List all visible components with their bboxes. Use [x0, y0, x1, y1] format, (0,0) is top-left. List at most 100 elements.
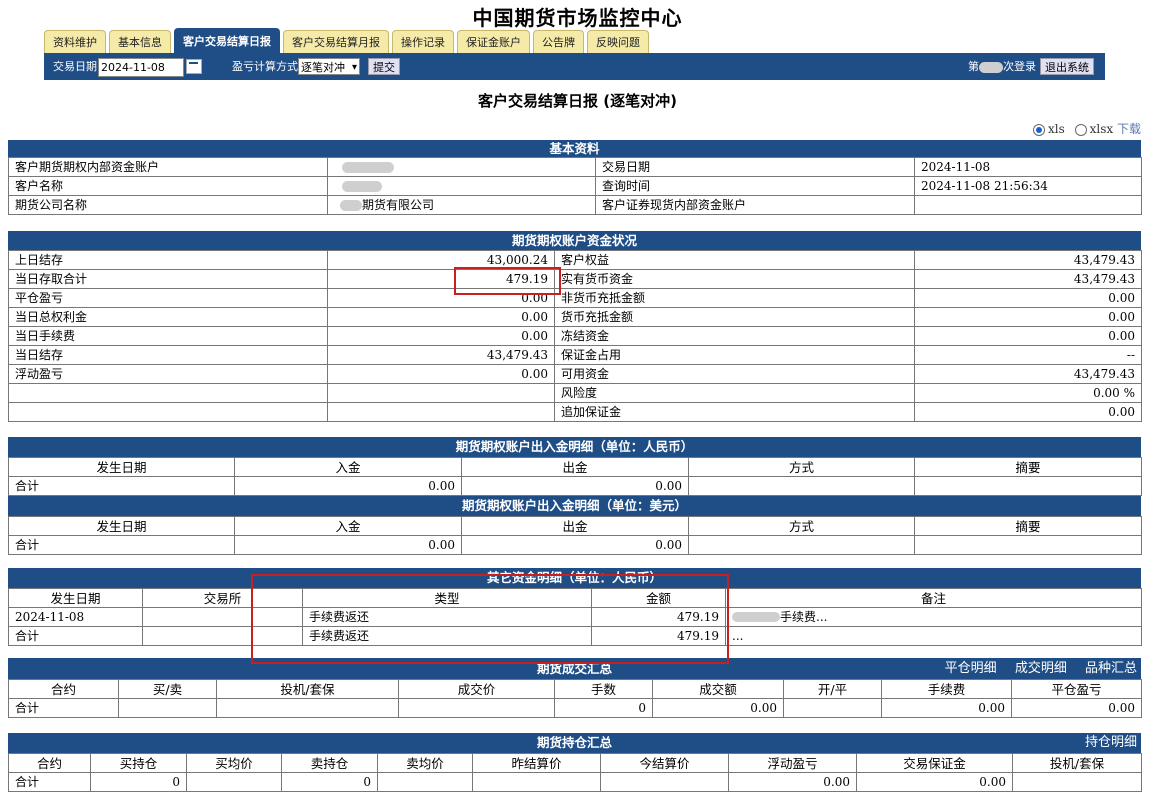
label: 当日结存 — [8, 345, 328, 365]
total-row: 合计 0 0 0.00 0.00 — [8, 772, 1142, 792]
download-link[interactable]: 下载 — [1117, 122, 1141, 136]
section-title: 期货期权账户出入金明细（单位：美元） — [8, 496, 1141, 516]
col-header: 方式 — [688, 516, 915, 536]
calendar-icon[interactable] — [186, 59, 202, 74]
pnl-method-value: 逐笔对冲 — [301, 61, 345, 74]
table-row: 当日存取合计 479.19 实有货币资金 43,479.43 — [8, 269, 1142, 289]
cell — [142, 626, 303, 646]
col-header: 昨结算价 — [472, 753, 601, 773]
logout-button[interactable]: 退出系统 — [1040, 58, 1094, 75]
submit-button[interactable]: 提交 — [368, 58, 400, 75]
total-row: 合计 0.00 0.00 — [8, 476, 1142, 496]
pnl-method-select[interactable]: 逐笔对冲 — [298, 58, 360, 76]
table-row: 当日总权利金 0.00 货币充抵金额 0.00 — [8, 307, 1142, 327]
col-header: 入金 — [234, 457, 462, 477]
cell — [783, 698, 882, 718]
col-header: 发生日期 — [8, 457, 235, 477]
tab-basic-info[interactable]: 基本信息 — [109, 30, 171, 54]
label: 客户权益 — [554, 250, 915, 270]
total-label: 合计 — [8, 772, 91, 792]
table-row: 当日手续费 0.00 冻结资金 0.00 — [8, 326, 1142, 346]
col-header: 今结算价 — [600, 753, 729, 773]
site-title: 中国期货市场监控中心 — [472, 6, 683, 30]
tab-data-maintenance[interactable]: 资料维护 — [44, 30, 106, 54]
position-detail-link[interactable]: 持仓明细 — [1085, 735, 1137, 750]
label — [8, 383, 328, 403]
label: 风险度 — [554, 383, 915, 403]
col-header: 发生日期 — [8, 588, 143, 608]
total-lots: 0 — [554, 698, 653, 718]
value: 期货有限公司 — [327, 195, 596, 215]
position-summary-section: 期货持仓汇总 持仓明细 合约 买持仓 买均价 卖持仓 卖均价 昨结算价 今结算价… — [8, 733, 1142, 792]
section-header: 期货持仓汇总 持仓明细 — [8, 733, 1141, 753]
col-header: 浮动盈亏 — [728, 753, 857, 773]
inout-rmb-section: 期货期权账户出入金明细（单位：人民币） 发生日期 入金 出金 方式 摘要 合计 … — [8, 437, 1142, 496]
col-header: 出金 — [461, 516, 689, 536]
col-header: 成交额 — [652, 679, 784, 699]
funds-section: 期货期权账户资金状况 上日结存 43,000.24 客户权益 43,479.43 当日存… — [8, 231, 1142, 422]
total-label: 合计 — [8, 535, 235, 555]
other-funds-section: 其它资金明细（单位：人民币） 发生日期 交易所 类型 金额 备注 2024-11… — [8, 568, 1142, 646]
total-row: 合计 0.00 0.00 — [8, 535, 1142, 555]
col-header: 交易所 — [142, 588, 303, 608]
redacted — [340, 199, 362, 211]
total-sell: 0 — [281, 772, 378, 792]
value: 43,479.43 — [327, 345, 555, 365]
tab-feedback[interactable]: 反映问题 — [587, 30, 649, 54]
total-float: 0.00 — [728, 772, 857, 792]
col-header: 买均价 — [186, 753, 282, 773]
table-row: 2024-11-08 手续费返还 479.19 手续费... — [8, 607, 1142, 627]
radio-xlsx[interactable] — [1074, 123, 1087, 136]
redacted-count — [979, 61, 1003, 73]
value: 43,000.24 — [327, 250, 555, 270]
label — [8, 402, 328, 422]
col-header: 金额 — [591, 588, 726, 608]
col-header: 投机/套保 — [1012, 753, 1142, 773]
value — [914, 195, 1142, 215]
redacted-note — [732, 612, 780, 622]
header-row: 发生日期 入金 出金 方式 摘要 — [8, 516, 1142, 536]
type-cell: 手续费返还 — [302, 626, 592, 646]
inout-usd-section: 期货期权账户出入金明细（单位：美元） 发生日期 入金 出金 方式 摘要 合计 0… — [8, 496, 1142, 555]
value: 0.00 — [914, 402, 1142, 422]
label: 追加保证金 — [554, 402, 915, 422]
col-header: 卖持仓 — [281, 753, 378, 773]
note-text: 手续费... — [780, 609, 828, 624]
tab-monthly-statement[interactable]: 客户交易结算月报 — [283, 30, 389, 54]
radio-xls[interactable] — [1033, 123, 1046, 136]
tab-margin-account[interactable]: 保证金账户 — [457, 30, 530, 54]
trade-date-input[interactable] — [98, 58, 184, 77]
cell — [118, 698, 217, 718]
label: 客户期货期权内部资金账户 — [8, 157, 328, 177]
product-summary-link[interactable]: 品种汇总 — [1085, 661, 1137, 676]
cell — [377, 772, 473, 792]
label: 交易日期 — [595, 157, 915, 177]
value: 43,479.43 — [914, 364, 1142, 384]
date-cell: 2024-11-08 — [8, 607, 143, 627]
section-title: 期货持仓汇总 — [536, 735, 612, 750]
total-amount: 0.00 — [652, 698, 784, 718]
login-suffix: 次登录 — [1003, 60, 1036, 73]
cell — [688, 535, 915, 555]
value: 43,479.43 — [914, 250, 1142, 270]
header-row: 发生日期 交易所 类型 金额 备注 — [8, 588, 1142, 608]
redacted-name — [342, 180, 382, 192]
total-out: 0.00 — [461, 535, 689, 555]
tab-daily-statement[interactable]: 客户交易结算日报 — [174, 28, 280, 54]
col-header: 投机/套保 — [216, 679, 399, 699]
label: 保证金占用 — [554, 345, 915, 365]
cell — [914, 476, 1142, 496]
value: 0.00 — [327, 364, 555, 384]
total-label: 合计 — [8, 626, 143, 646]
value: 0.00 — [327, 326, 555, 346]
nav-tabs: 资料维护 基本信息 客户交易结算日报 客户交易结算月报 操作记录 保证金账户 公… — [44, 28, 649, 54]
col-header: 成交价 — [398, 679, 555, 699]
cell — [216, 698, 399, 718]
trade-detail-link[interactable]: 成交明细 — [1015, 661, 1067, 676]
cell — [600, 772, 729, 792]
close-detail-link[interactable]: 平仓明细 — [945, 661, 997, 676]
tab-operation-log[interactable]: 操作记录 — [392, 30, 454, 54]
value: 0.00 — [327, 307, 555, 327]
value: -- — [914, 345, 1142, 365]
tab-bulletin[interactable]: 公告牌 — [533, 30, 584, 54]
